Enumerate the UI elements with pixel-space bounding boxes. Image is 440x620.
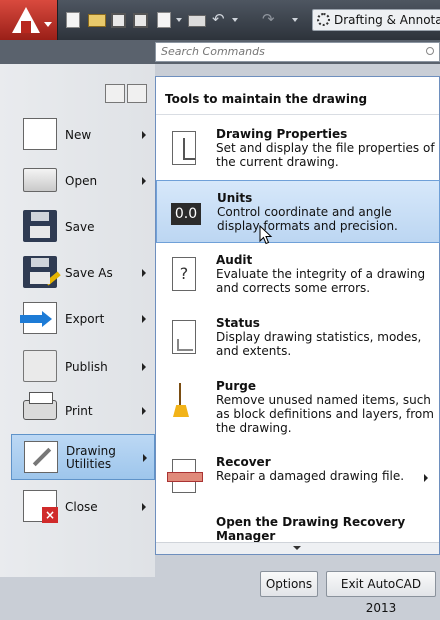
menu-item-label: Export <box>65 311 105 326</box>
menu-item-label: Save <box>65 219 95 234</box>
entry-description: Remove unused named items, such as block… <box>216 393 434 435</box>
application-menu-button[interactable] <box>0 0 58 40</box>
exit-autocad-button[interactable]: Exit AutoCAD 2013 <box>326 571 436 615</box>
menu-item-save-as[interactable]: Save As <box>11 250 155 296</box>
entry-description: Control coordinate and angle display for… <box>217 205 398 233</box>
recent-documents-icon[interactable] <box>105 84 125 103</box>
chevron-down-icon[interactable] <box>232 18 238 22</box>
submenu-arrow-icon <box>424 474 428 482</box>
search-icon[interactable] <box>426 47 434 55</box>
submenu-arrow-icon <box>142 177 146 185</box>
workspace-label: Drafting & Annotation <box>334 13 440 27</box>
menu-item-label: Print <box>65 403 93 418</box>
submenu-arrow-icon <box>142 503 146 511</box>
entry-title: Audit <box>216 253 253 267</box>
publish-icon[interactable] <box>157 12 171 28</box>
drawing-utilities-panel: Tools to maintain the drawing Drawing Pr… <box>155 76 440 555</box>
chevron-down-icon <box>293 546 301 550</box>
menu-item-label: Close <box>65 499 98 514</box>
menu-item-label: Drawing Utilities <box>66 444 116 471</box>
open-documents-icon[interactable] <box>127 84 147 103</box>
search-row: Search Commands <box>0 40 440 64</box>
search-input[interactable]: Search Commands <box>155 42 440 62</box>
scroll-down-button[interactable] <box>156 542 439 554</box>
chevron-down-icon <box>44 22 52 27</box>
submenu-arrow-icon <box>142 131 146 139</box>
save-as-icon[interactable] <box>133 13 148 28</box>
menu-item-save[interactable]: Save <box>11 204 155 250</box>
redo-icon[interactable]: ↷ <box>262 10 275 28</box>
entry-drawing-recovery-manager[interactable]: Open the Drawing Recovery Manager <box>156 505 439 543</box>
search-placeholder: Search Commands <box>161 45 265 58</box>
entry-title: Open the Drawing Recovery Manager <box>216 515 406 543</box>
options-button[interactable]: Options <box>260 571 318 597</box>
entry-purge[interactable]: Purge Remove unused named items, such as… <box>156 369 439 445</box>
menu-item-print[interactable]: Print <box>11 388 155 434</box>
printer-icon <box>23 392 57 420</box>
entry-description: Display drawing statistics, modes, and e… <box>216 330 422 358</box>
chevron-down-icon[interactable] <box>176 18 182 22</box>
view-toggles <box>105 84 149 104</box>
broom-icon <box>172 383 196 417</box>
menu-item-label: Publish <box>65 359 108 374</box>
panel-heading: Tools to maintain the drawing <box>156 77 439 115</box>
entry-title: Purge <box>216 379 256 393</box>
application-menu-list: New Open Save Save As Export Publish Pri… <box>0 64 155 577</box>
menu-item-drawing-utilities[interactable]: Drawing Utilities <box>11 434 155 480</box>
entry-status[interactable]: Status Display drawing statistics, modes… <box>156 306 439 369</box>
open-folder-icon[interactable] <box>88 14 106 27</box>
entry-description: Repair a damaged drawing file. <box>216 469 405 483</box>
entry-title: Status <box>216 316 260 330</box>
entry-description: Evaluate the integrity of a drawing and … <box>216 267 426 295</box>
menu-item-export[interactable]: Export <box>11 296 155 342</box>
wrench-icon <box>24 441 58 473</box>
chevron-down-icon[interactable] <box>292 18 298 22</box>
close-document-icon: × <box>23 490 58 523</box>
menu-item-publish[interactable]: Publish <box>11 344 155 390</box>
save-as-icon <box>23 256 61 288</box>
submenu-arrow-icon <box>142 315 146 323</box>
save-icon[interactable] <box>111 13 126 28</box>
drawing-properties-icon <box>172 131 196 165</box>
submenu-arrow-icon <box>142 407 146 415</box>
entry-units[interactable]: 0.0 Units Control coordinate and angle d… <box>156 180 440 243</box>
recover-icon <box>167 459 203 493</box>
undo-icon[interactable]: ↶ <box>212 10 225 28</box>
entry-title: Drawing Properties <box>216 127 348 141</box>
menu-item-label: New <box>65 127 92 142</box>
new-file-icon[interactable] <box>66 12 80 28</box>
entry-title: Recover <box>216 455 271 469</box>
submenu-arrow-icon <box>143 454 147 462</box>
entry-audit[interactable]: ? Audit Evaluate the integrity of a draw… <box>156 243 439 306</box>
open-folder-icon <box>23 168 57 192</box>
entry-drawing-properties[interactable]: Drawing Properties Set and display the f… <box>156 117 439 180</box>
menu-item-open[interactable]: Open <box>11 158 155 204</box>
new-document-icon <box>23 118 57 150</box>
publish-icon <box>23 350 57 382</box>
submenu-arrow-icon <box>142 363 146 371</box>
submenu-arrow-icon <box>142 269 146 277</box>
entry-recover[interactable]: Recover Repair a damaged drawing file. <box>156 445 439 508</box>
title-bar: ↶ ↷ Drafting & Annotation <box>0 0 440 40</box>
units-icon: 0.0 <box>171 203 201 225</box>
save-disk-icon <box>23 210 57 242</box>
menu-item-new[interactable]: New <box>11 112 155 158</box>
menu-item-label: Open <box>65 173 98 188</box>
gear-icon <box>317 13 330 26</box>
plot-icon[interactable] <box>188 15 206 27</box>
menu-item-close[interactable]: × Close <box>11 484 155 530</box>
entry-description: Set and display the file properties of t… <box>216 141 435 169</box>
menu-item-label: Save As <box>65 265 113 280</box>
export-icon <box>20 302 57 334</box>
status-icon <box>172 320 196 354</box>
entry-title: Units <box>217 191 253 205</box>
workspace-switcher[interactable]: Drafting & Annotation <box>312 9 440 31</box>
audit-icon: ? <box>172 257 196 291</box>
